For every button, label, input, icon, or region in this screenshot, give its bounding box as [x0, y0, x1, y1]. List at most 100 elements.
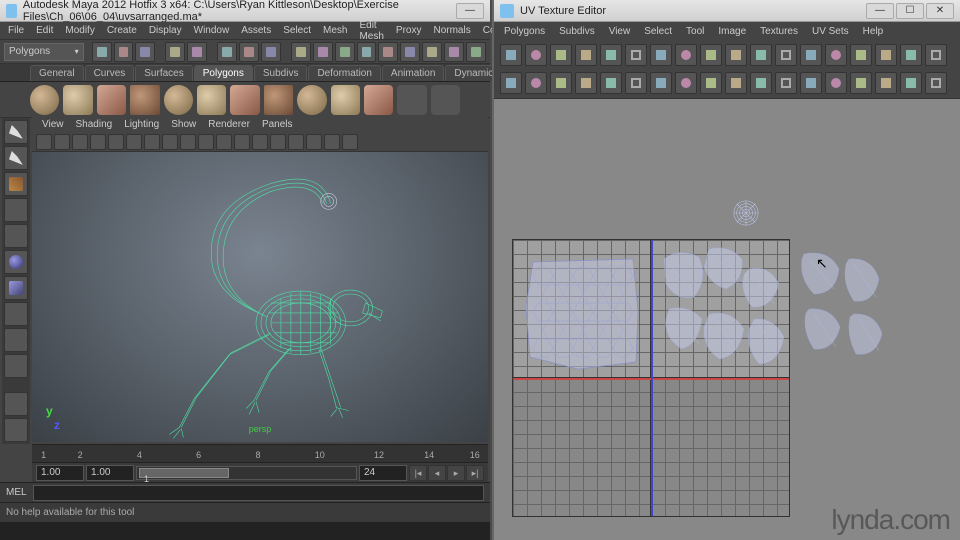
lasso-tool-icon[interactable]: [4, 146, 28, 170]
menu-modify[interactable]: Modify: [61, 23, 98, 38]
vp-xray-icon[interactable]: [270, 134, 286, 150]
shelf-tab-general[interactable]: General: [30, 65, 84, 81]
uv-min-button[interactable]: —: [866, 3, 894, 19]
soft-tool-icon[interactable]: [4, 302, 28, 326]
snap-plane-icon[interactable]: [422, 42, 442, 62]
show-manip-icon[interactable]: [4, 328, 28, 352]
command-input[interactable]: [33, 485, 484, 501]
uv-tool-15-icon[interactable]: [850, 72, 872, 94]
perspective-viewport[interactable]: y z persp: [32, 152, 488, 442]
view-menu-show[interactable]: Show: [167, 119, 200, 130]
stepfwd-button[interactable]: ▸|: [466, 465, 484, 481]
minimize-button[interactable]: —: [456, 3, 484, 19]
uv-split-icon[interactable]: [675, 44, 697, 66]
vp-grid-icon[interactable]: [90, 134, 106, 150]
menu-mesh[interactable]: Mesh: [319, 23, 351, 38]
uv-tool-18-icon[interactable]: [925, 72, 947, 94]
view-menu-shading[interactable]: Shading: [72, 119, 117, 130]
ipr-icon[interactable]: [466, 42, 486, 62]
vp-shadow-icon[interactable]: [234, 134, 250, 150]
uv-align-v-icon[interactable]: [775, 44, 797, 66]
vp-shade-icon[interactable]: [162, 134, 178, 150]
menu-edit[interactable]: Edit: [32, 23, 57, 38]
rewind-button[interactable]: |◂: [409, 465, 427, 481]
uv-cycle-icon[interactable]: [725, 44, 747, 66]
open-scene-icon[interactable]: [114, 42, 134, 62]
uv-tool-8-icon[interactable]: [675, 72, 697, 94]
uv-dim-icon[interactable]: [900, 44, 922, 66]
select-tool-icon[interactable]: [4, 120, 28, 144]
poly-sphere-icon[interactable]: [30, 85, 59, 115]
uv-tool-3-icon[interactable]: [550, 72, 572, 94]
uv-menu-uvsets[interactable]: UV Sets: [808, 24, 853, 39]
uv-tool-6-icon[interactable]: [625, 72, 647, 94]
view-menu-lighting[interactable]: Lighting: [120, 119, 163, 130]
poly-plane-icon[interactable]: [164, 85, 193, 115]
vp-res-icon[interactable]: [126, 134, 142, 150]
menu-window[interactable]: Window: [190, 23, 234, 38]
vp-bookmark-icon[interactable]: [54, 134, 70, 150]
uv-tool-11-icon[interactable]: [750, 72, 772, 94]
uv-tool-7-icon[interactable]: [650, 72, 672, 94]
uv-snapshot-icon[interactable]: [875, 44, 897, 66]
uv-menu-image[interactable]: Image: [714, 24, 750, 39]
play-button[interactable]: ▸: [447, 465, 465, 481]
uv-tool-5-icon[interactable]: [600, 72, 622, 94]
poly-soccer-icon[interactable]: [364, 85, 393, 115]
menu-proxy[interactable]: Proxy: [392, 23, 426, 38]
uv-rotate-cw-icon[interactable]: [575, 44, 597, 66]
menu-file[interactable]: File: [4, 23, 28, 38]
poly-torus-icon[interactable]: [197, 85, 226, 115]
view-menu-renderer[interactable]: Renderer: [204, 119, 254, 130]
uv-unfold-icon[interactable]: [825, 44, 847, 66]
menu-display[interactable]: Display: [145, 23, 186, 38]
uv-tool-16-icon[interactable]: [875, 72, 897, 94]
uv-canvas[interactable]: ↖: [494, 99, 960, 540]
poly-pyramid-icon[interactable]: [264, 85, 293, 115]
uv-flip-v-icon[interactable]: [525, 44, 547, 66]
snap-curve-icon[interactable]: [378, 42, 398, 62]
move-icon[interactable]: [291, 42, 311, 62]
menu-create[interactable]: Create: [103, 23, 141, 38]
uv-menu-select[interactable]: Select: [640, 24, 676, 39]
uv-close-button[interactable]: ✕: [926, 3, 954, 19]
uv-menu-subdivs[interactable]: Subdivs: [555, 24, 599, 39]
scale-tool-icon[interactable]: [4, 250, 28, 274]
uv-tool-17-icon[interactable]: [900, 72, 922, 94]
scale-icon[interactable]: [335, 42, 355, 62]
lasso-icon[interactable]: [239, 42, 259, 62]
maya-titlebar[interactable]: Autodesk Maya 2012 Hotfix 3 x64: C:\User…: [0, 0, 490, 22]
uv-tool-12-icon[interactable]: [775, 72, 797, 94]
view-menu-panels[interactable]: Panels: [258, 119, 297, 130]
poly-pipe-icon[interactable]: [297, 85, 326, 115]
snap-grid-icon[interactable]: [357, 42, 377, 62]
shelf-tab-surfaces[interactable]: Surfaces: [135, 65, 192, 81]
uv-layout-icon[interactable]: [700, 44, 722, 66]
uv-tool-10-icon[interactable]: [725, 72, 747, 94]
uv-tool-1-icon[interactable]: [500, 72, 522, 94]
paint-select-icon[interactable]: [261, 42, 281, 62]
uv-grid-icon[interactable]: [800, 44, 822, 66]
uv-sew-icon[interactable]: [625, 44, 647, 66]
last-tool-icon[interactable]: [4, 354, 28, 378]
layout-quad-icon[interactable]: [4, 418, 28, 442]
poly-helix-icon[interactable]: [331, 85, 360, 115]
stepback-button[interactable]: ◂: [428, 465, 446, 481]
shelf-tab-deformation[interactable]: Deformation: [308, 65, 380, 81]
vp-iso-icon[interactable]: [252, 134, 268, 150]
view-menu-view[interactable]: View: [38, 119, 68, 130]
range-slider[interactable]: 1: [136, 466, 357, 480]
uv-shade-icon[interactable]: [925, 44, 947, 66]
vp-wire-icon[interactable]: [180, 134, 196, 150]
menu-select[interactable]: Select: [279, 23, 315, 38]
mode-dropdown[interactable]: Polygons: [4, 43, 84, 61]
poly-cone-icon[interactable]: [130, 85, 159, 115]
uv-tool-9-icon[interactable]: [700, 72, 722, 94]
time-scale[interactable]: 1 2 4 6 8 10 12 14 16: [32, 445, 488, 463]
select-icon[interactable]: [217, 42, 237, 62]
timeline[interactable]: 1 2 4 6 8 10 12 14 16 1.00 1.00 1 24 |◂ …: [32, 444, 488, 482]
vp-gate-icon[interactable]: [144, 134, 160, 150]
vp-image-icon[interactable]: [72, 134, 88, 150]
vp-tex-icon[interactable]: [198, 134, 214, 150]
move-tool-icon[interactable]: [4, 198, 28, 222]
